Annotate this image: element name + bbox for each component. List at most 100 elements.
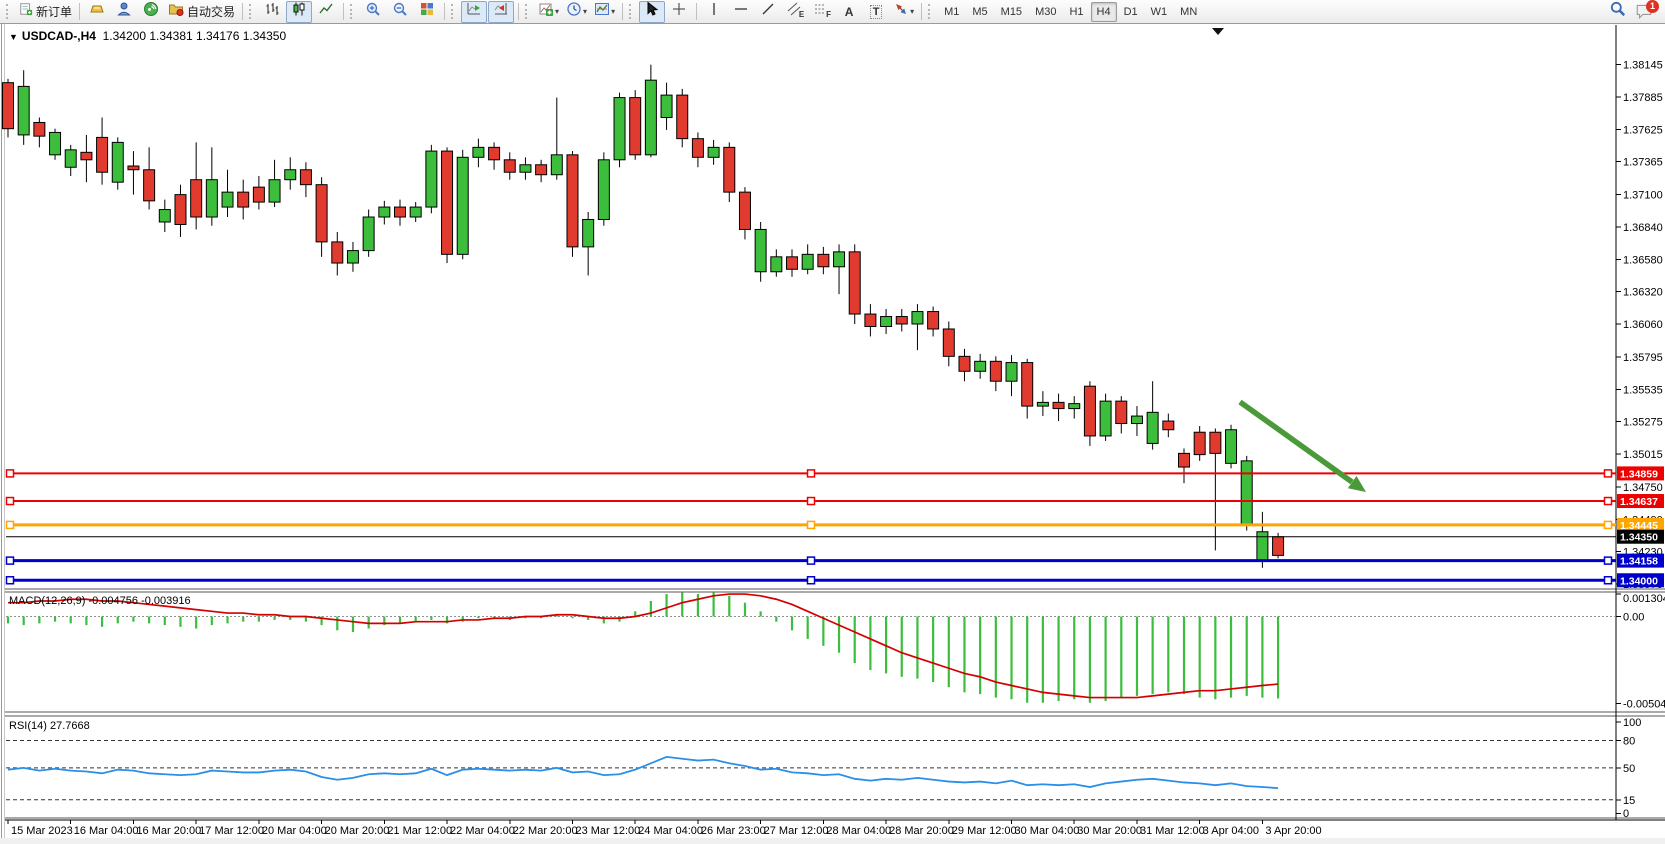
timeframe-button-M15[interactable]: M15 bbox=[995, 2, 1028, 22]
svg-text:15 Mar 2023: 15 Mar 2023 bbox=[11, 825, 73, 837]
crosshair-tool-button[interactable] bbox=[666, 1, 692, 23]
svg-text:1.34750: 1.34750 bbox=[1623, 482, 1663, 494]
toolbar-grip[interactable] bbox=[525, 4, 530, 19]
chart-dropdown-caret[interactable]: ▼ bbox=[9, 32, 18, 42]
svg-text:16 Mar 20:00: 16 Mar 20:00 bbox=[136, 825, 201, 837]
timeframe-button-M1[interactable]: M1 bbox=[938, 2, 965, 22]
svg-text:1.37885: 1.37885 bbox=[1623, 92, 1663, 104]
profile-button[interactable] bbox=[111, 1, 137, 23]
toolbar-grip[interactable] bbox=[629, 4, 634, 19]
toolbar-grip[interactable] bbox=[451, 4, 456, 19]
svg-text:27 Mar 12:00: 27 Mar 12:00 bbox=[764, 825, 829, 837]
timeframe-button-MN[interactable]: MN bbox=[1174, 2, 1203, 22]
chart-title: ▼USDCAD-,H4 1.34200 1.34381 1.34176 1.34… bbox=[9, 29, 286, 43]
svg-text:23 Mar 12:00: 23 Mar 12:00 bbox=[575, 825, 640, 837]
svg-text:31 Mar 12:00: 31 Mar 12:00 bbox=[1140, 825, 1205, 837]
text-tool-glyph: A bbox=[845, 5, 854, 19]
chevron-down-icon: ▾ bbox=[611, 7, 615, 16]
new-order-button[interactable]: 新订单 bbox=[16, 1, 75, 23]
svg-text:1.34000: 1.34000 bbox=[1620, 575, 1658, 587]
chevron-down-icon: ▾ bbox=[583, 7, 587, 16]
timeframe-button-H4[interactable]: H4 bbox=[1091, 2, 1117, 22]
svg-text:28 Mar 20:00: 28 Mar 20:00 bbox=[889, 825, 954, 837]
separator bbox=[242, 3, 243, 20]
trendline-icon bbox=[760, 1, 776, 22]
chart-shift-button[interactable] bbox=[488, 1, 514, 23]
separator bbox=[79, 3, 80, 20]
timeframe-button-W1[interactable]: W1 bbox=[1145, 2, 1174, 22]
zoom-out-button[interactable] bbox=[387, 1, 413, 23]
svg-text:0.001304: 0.001304 bbox=[1623, 593, 1665, 605]
arrows-tool-button[interactable]: ▾ bbox=[890, 1, 917, 23]
fibonacci-tool-button[interactable]: F bbox=[809, 1, 835, 23]
timeframe-button-H1[interactable]: H1 bbox=[1063, 2, 1089, 22]
svg-text:22 Mar 20:00: 22 Mar 20:00 bbox=[513, 825, 578, 837]
auto-scroll-button[interactable] bbox=[461, 1, 487, 23]
horizontal-line-tool-button[interactable] bbox=[728, 1, 754, 23]
indicators-button[interactable]: ▾ bbox=[535, 1, 562, 23]
gold-ingot-button[interactable] bbox=[84, 1, 110, 23]
price-chart-canvas[interactable]: 1.381451.378851.376251.373651.371001.368… bbox=[0, 24, 1665, 844]
candlestick-mode-button[interactable] bbox=[286, 1, 312, 23]
chevron-down-icon: ▾ bbox=[910, 7, 914, 16]
line-chart-icon bbox=[318, 1, 334, 22]
svg-text:20 Mar 20:00: 20 Mar 20:00 bbox=[325, 825, 390, 837]
toolbar: 新订单 自动交易 bbox=[0, 0, 1665, 24]
vertical-line-tool-button[interactable] bbox=[701, 1, 727, 23]
rsi-label: RSI(14) 27.7668 bbox=[9, 720, 90, 732]
svg-text:22 Mar 04:00: 22 Mar 04:00 bbox=[450, 825, 515, 837]
templates-button[interactable]: ▾ bbox=[591, 1, 618, 23]
gold-ingot-icon bbox=[89, 1, 105, 22]
svg-text:16 Mar 04:00: 16 Mar 04:00 bbox=[74, 825, 139, 837]
channel-glyph: E bbox=[799, 10, 804, 19]
separator bbox=[518, 3, 519, 20]
trendline-tool-button[interactable] bbox=[755, 1, 781, 23]
text-tool-button[interactable]: A bbox=[836, 1, 862, 23]
timeframe-button-M30[interactable]: M30 bbox=[1029, 2, 1062, 22]
chevron-down-icon: ▾ bbox=[555, 7, 559, 16]
toolbar-grip[interactable] bbox=[249, 4, 254, 19]
timeframe-button-D1[interactable]: D1 bbox=[1118, 2, 1144, 22]
zoom-in-icon bbox=[365, 1, 381, 22]
toolbar-grip[interactable] bbox=[350, 4, 355, 19]
signals-button[interactable] bbox=[138, 1, 164, 23]
svg-text:1.34637: 1.34637 bbox=[1620, 496, 1658, 508]
zoom-in-button[interactable] bbox=[360, 1, 386, 23]
macd-label: MACD(12,26,9) -0.004756 -0.003916 bbox=[9, 595, 191, 607]
text-label-tool-button[interactable]: T bbox=[863, 1, 889, 23]
horizontal-line-icon bbox=[733, 1, 749, 22]
autotrading-label: 自动交易 bbox=[187, 3, 235, 20]
new-order-icon bbox=[19, 2, 33, 21]
svg-text:1.36320: 1.36320 bbox=[1623, 287, 1663, 299]
toolbar-grip[interactable] bbox=[6, 4, 11, 19]
svg-text:1.36060: 1.36060 bbox=[1623, 319, 1663, 331]
bar-chart-icon bbox=[264, 1, 280, 22]
notification-badge: 1 bbox=[1646, 0, 1659, 13]
zoom-out-icon bbox=[392, 1, 408, 22]
bar-chart-mode-button[interactable] bbox=[259, 1, 285, 23]
notifications-button[interactable]: 1 bbox=[1635, 2, 1655, 22]
svg-text:0: 0 bbox=[1623, 808, 1629, 820]
separator bbox=[343, 3, 344, 20]
new-order-label: 新订单 bbox=[36, 3, 72, 20]
svg-text:1.35535: 1.35535 bbox=[1623, 384, 1663, 396]
tile-windows-button[interactable] bbox=[414, 1, 440, 23]
crosshair-icon bbox=[671, 1, 687, 22]
svg-text:80: 80 bbox=[1623, 735, 1635, 747]
svg-text:29 Mar 12:00: 29 Mar 12:00 bbox=[952, 825, 1017, 837]
person-icon bbox=[116, 1, 132, 22]
separator bbox=[444, 3, 445, 20]
svg-text:100: 100 bbox=[1623, 717, 1641, 729]
line-chart-mode-button[interactable] bbox=[313, 1, 339, 23]
svg-text:50: 50 bbox=[1623, 763, 1635, 775]
timeframe-button-M5[interactable]: M5 bbox=[966, 2, 993, 22]
separator bbox=[696, 3, 697, 20]
channel-tool-button[interactable]: E bbox=[782, 1, 808, 23]
svg-text:0.00: 0.00 bbox=[1623, 612, 1644, 624]
toolbar-grip[interactable] bbox=[928, 4, 933, 19]
svg-text:30 Mar 20:00: 30 Mar 20:00 bbox=[1077, 825, 1142, 837]
search-icon[interactable] bbox=[1609, 0, 1627, 23]
autotrading-button[interactable]: 自动交易 bbox=[165, 1, 238, 23]
periods-button[interactable]: ▾ bbox=[563, 1, 590, 23]
cursor-tool-button[interactable] bbox=[639, 1, 665, 23]
